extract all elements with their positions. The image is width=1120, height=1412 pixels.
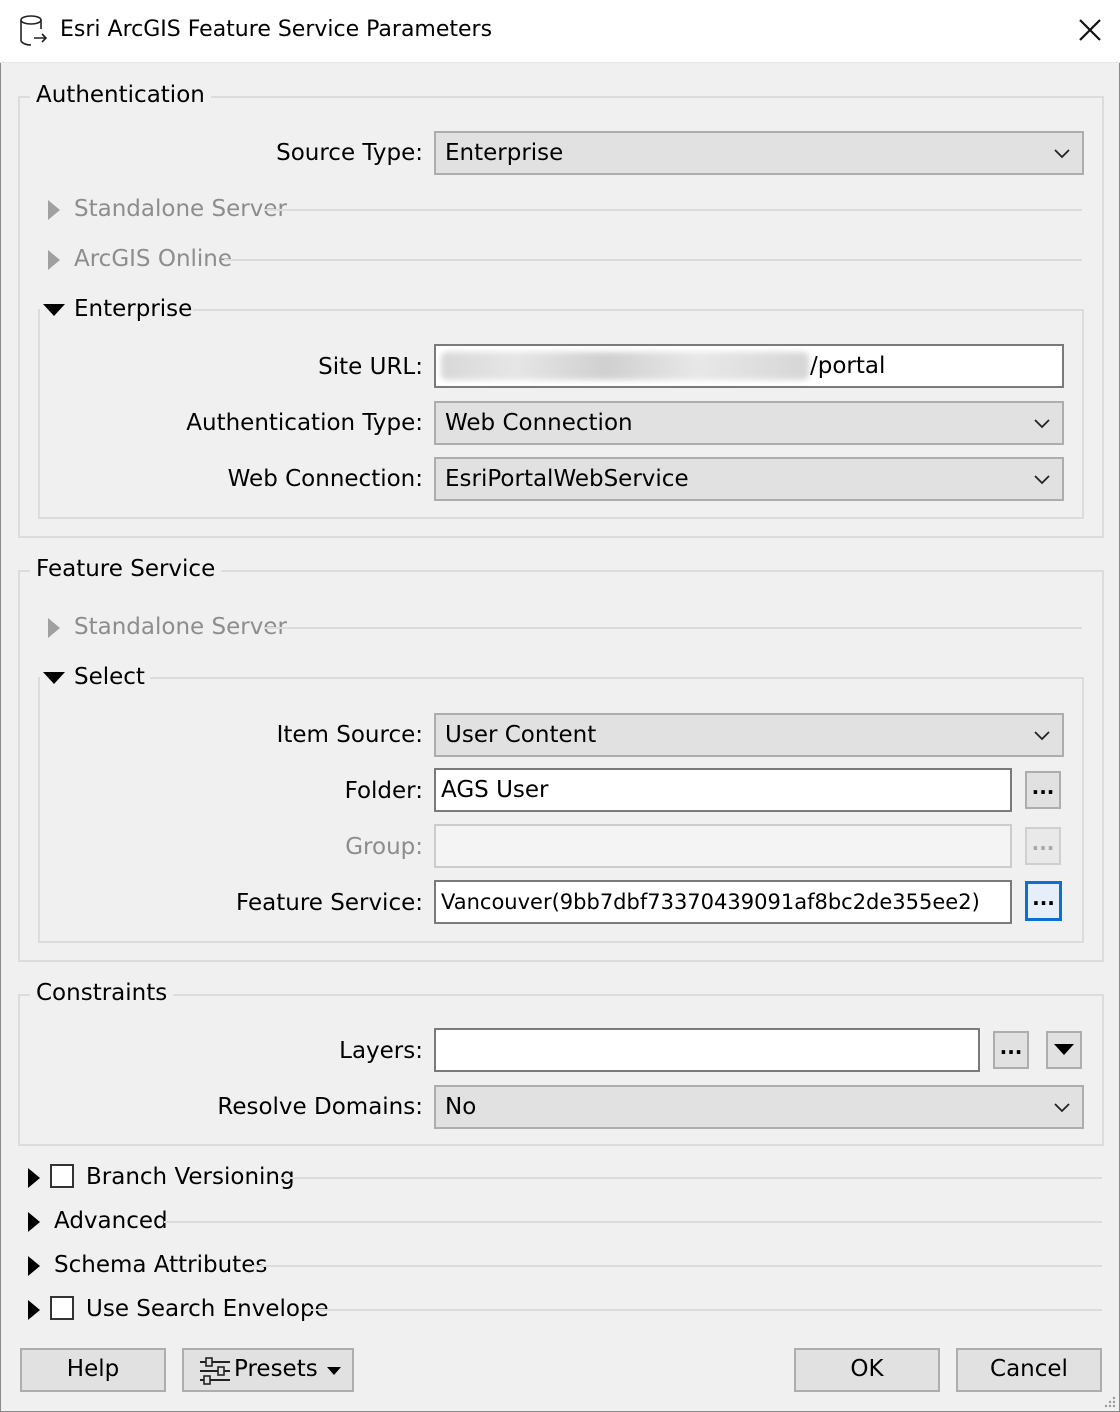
- select-expander[interactable]: Select: [40, 664, 150, 694]
- collapse-down-icon: [43, 672, 65, 684]
- help-button[interactable]: Help: [20, 1348, 166, 1392]
- title-bar: Esri ArcGIS Feature Service Parameters: [0, 0, 1120, 63]
- caret-down-icon: [327, 1367, 341, 1375]
- expand-right-icon: [28, 1256, 40, 1276]
- expand-right-icon: [28, 1300, 40, 1320]
- feature-service-value: Vancouver(9bb7dbf73370439091af8bc2de355e…: [441, 890, 980, 914]
- sliders-icon: [200, 1357, 230, 1385]
- resize-grip-icon[interactable]: [1102, 1394, 1116, 1408]
- auth-type-dropdown[interactable]: Web Connection: [434, 401, 1064, 445]
- collapse-down-icon: [43, 304, 65, 316]
- source-type-label: Source Type:: [276, 140, 423, 166]
- layers-input[interactable]: [434, 1028, 980, 1072]
- divider: [306, 1309, 1102, 1311]
- source-type-value: Enterprise: [445, 140, 564, 166]
- advanced-label: Advanced: [54, 1208, 168, 1234]
- enterprise-expander[interactable]: Enterprise: [40, 296, 193, 326]
- group-browse-button[interactable]: ...: [1025, 827, 1061, 865]
- use-search-envelope-label: Use Search Envelope: [86, 1296, 329, 1322]
- item-source-label: Item Source:: [276, 722, 423, 748]
- divider: [280, 1177, 1102, 1179]
- chevron-down-icon: [1034, 419, 1050, 429]
- expand-right-icon: [28, 1168, 40, 1188]
- branch-versioning-label: Branch Versioning: [86, 1164, 295, 1190]
- group-input[interactable]: [434, 824, 1012, 868]
- resolve-domains-label: Resolve Domains:: [217, 1094, 423, 1120]
- folder-label: Folder:: [344, 778, 423, 804]
- item-source-dropdown[interactable]: User Content: [434, 713, 1064, 757]
- item-source-value: User Content: [445, 722, 597, 748]
- site-url-label: Site URL:: [318, 354, 423, 380]
- standalone-server-label: Standalone Server: [74, 196, 287, 222]
- cancel-button[interactable]: Cancel: [956, 1348, 1102, 1392]
- divider: [164, 1221, 1102, 1223]
- layers-label: Layers:: [339, 1038, 423, 1064]
- divider: [264, 209, 1082, 211]
- select-label: Select: [74, 664, 145, 690]
- chevron-down-icon: [1054, 149, 1070, 159]
- feature-service-legend: Feature Service: [30, 556, 222, 582]
- chevron-down-icon: [1054, 1103, 1070, 1113]
- expand-right-icon: [28, 1212, 40, 1232]
- layers-menu-button[interactable]: [1046, 1031, 1082, 1069]
- resolve-domains-value: No: [445, 1094, 477, 1120]
- presets-button[interactable]: Presets: [182, 1348, 354, 1392]
- enterprise-label: Enterprise: [74, 296, 193, 322]
- branch-versioning-checkbox[interactable]: [50, 1164, 74, 1188]
- chevron-down-icon: [1034, 475, 1050, 485]
- auth-type-value: Web Connection: [445, 410, 633, 436]
- constraints-legend: Constraints: [30, 980, 174, 1006]
- web-connection-label: Web Connection:: [227, 466, 423, 492]
- folder-value: AGS User: [441, 777, 549, 803]
- feature-service-label: Feature Service:: [236, 890, 423, 916]
- expand-right-icon: [48, 200, 60, 220]
- folder-browse-button[interactable]: ...: [1025, 771, 1061, 809]
- fs-standalone-server-label: Standalone Server: [74, 614, 287, 640]
- source-type-dropdown[interactable]: Enterprise: [434, 131, 1084, 175]
- window-title: Esri ArcGIS Feature Service Parameters: [60, 17, 493, 42]
- authentication-legend: Authentication: [30, 82, 211, 108]
- divider: [252, 1265, 1102, 1267]
- redacted-host: [441, 352, 809, 380]
- web-connection-dropdown[interactable]: EsriPortalWebService: [434, 457, 1064, 501]
- layers-browse-button[interactable]: ...: [993, 1031, 1029, 1069]
- expand-right-icon: [48, 618, 60, 638]
- divider: [224, 259, 1082, 261]
- close-icon[interactable]: [1072, 12, 1108, 48]
- resolve-domains-dropdown[interactable]: No: [434, 1085, 1084, 1129]
- expand-right-icon: [48, 250, 60, 270]
- schema-attributes-label: Schema Attributes: [54, 1252, 268, 1278]
- divider: [264, 627, 1082, 629]
- arcgis-online-label: ArcGIS Online: [74, 246, 233, 272]
- chevron-down-icon: [1034, 731, 1050, 741]
- web-connection-value: EsriPortalWebService: [445, 466, 689, 492]
- presets-label: Presets: [234, 1356, 318, 1382]
- feature-service-browse-button[interactable]: ...: [1025, 881, 1062, 921]
- site-url-value: /portal: [810, 353, 886, 379]
- folder-input[interactable]: AGS User: [434, 768, 1012, 812]
- triangle-down-icon: [1054, 1044, 1074, 1055]
- database-export-icon: [20, 15, 48, 46]
- use-search-envelope-checkbox[interactable]: [50, 1296, 74, 1320]
- auth-type-label: Authentication Type:: [186, 410, 423, 436]
- ok-button[interactable]: OK: [794, 1348, 940, 1392]
- feature-service-input[interactable]: Vancouver(9bb7dbf73370439091af8bc2de355e…: [434, 880, 1012, 924]
- group-label: Group:: [345, 834, 423, 860]
- site-url-input[interactable]: /portal: [434, 344, 1064, 388]
